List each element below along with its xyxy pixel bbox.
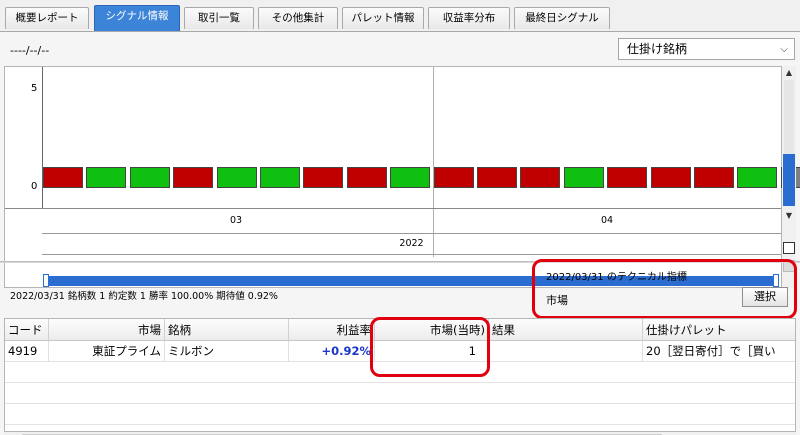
scroll-down-icon[interactable]: ▼ xyxy=(782,209,796,223)
cell-entry-palette: 20［翌日寄付］で［買い xyxy=(646,344,776,358)
signal-panel: ----/--/-- 仕掛け銘柄 ⌵ 5 0 03 04 2022 ▲ ▼ 20… xyxy=(0,32,800,435)
signal-bar xyxy=(563,167,604,188)
signal-bar xyxy=(303,167,344,188)
scroll-thumb[interactable] xyxy=(783,154,795,206)
signal-bar xyxy=(650,167,691,188)
date-label: ----/--/-- xyxy=(10,44,50,57)
technical-indicator-box: 2022/03/31 のテクニカル指標 市場 選択 xyxy=(536,260,794,318)
cell-market: 東証プライム xyxy=(49,341,165,362)
chevron-down-icon: ⌵ xyxy=(780,44,788,55)
signal-bar xyxy=(694,167,734,188)
tab-palette-info[interactable]: パレット情報 xyxy=(342,7,424,29)
signal-bar xyxy=(260,167,300,188)
results-table: コード 市場 銘柄 利益率 市場(当時) 結果 仕掛けパレット 4919 東証プ… xyxy=(4,318,796,432)
signal-type-dropdown[interactable]: 仕掛け銘柄 ⌵ xyxy=(618,38,795,60)
tab-other-stats[interactable]: その他集計 xyxy=(258,7,338,29)
scroll-up-icon[interactable]: ▲ xyxy=(782,66,796,80)
column-header-name[interactable]: 銘柄 xyxy=(165,319,289,341)
signal-bar xyxy=(346,167,387,188)
signal-bar xyxy=(390,167,431,188)
signal-bar xyxy=(477,167,517,188)
column-header-result[interactable]: 結果 xyxy=(489,319,643,341)
signal-bar xyxy=(173,167,214,188)
month-axis: 03 04 xyxy=(5,208,781,233)
table-row-empty xyxy=(5,362,795,383)
year-axis: 2022 xyxy=(42,233,781,255)
chart-vertical-scrollbar[interactable]: ▲ ▼ xyxy=(782,66,796,288)
tech-title: 2022/03/31 のテクニカル指標 xyxy=(546,272,687,283)
tab-overview-report[interactable]: 概要レポート xyxy=(5,7,89,29)
signal-bar xyxy=(737,167,778,188)
column-header-return[interactable]: 利益率 xyxy=(289,319,375,341)
cell-name: ミルボン xyxy=(165,341,289,362)
scroll-track[interactable] xyxy=(784,80,794,160)
cell-code: 4919 xyxy=(5,341,49,362)
signal-bar xyxy=(129,167,170,188)
cell-result xyxy=(489,341,643,362)
column-header-market[interactable]: 市場 xyxy=(49,319,165,341)
signal-bar xyxy=(607,167,648,188)
y-tick-label: 5 xyxy=(31,83,38,94)
column-header-market-then[interactable]: 市場(当時) xyxy=(375,319,489,341)
signal-bar xyxy=(43,167,83,188)
cell-market-then: 1 xyxy=(375,341,489,362)
signal-bar xyxy=(433,167,474,188)
dropdown-value: 仕掛け銘柄 xyxy=(627,42,688,56)
x-tick-label: 04 xyxy=(601,215,614,226)
summary-stats: 2022/03/31 銘柄数 1 約定数 1 勝率 100.00% 期待値 0.… xyxy=(10,291,278,302)
tab-last-day-signal[interactable]: 最終日シグナル xyxy=(514,7,610,29)
tech-label: 市場 xyxy=(546,294,568,307)
range-handle-left[interactable] xyxy=(43,274,49,287)
table-row-empty xyxy=(5,404,795,425)
tab-bar: 概要レポート シグナル情報 取引一覧 その他集計 パレット情報 収益率分布 最終… xyxy=(0,0,800,32)
column-header-entry-palette[interactable]: 仕掛けパレット xyxy=(643,319,795,341)
signal-bar xyxy=(216,167,257,188)
y-tick-label: 0 xyxy=(31,181,38,192)
tab-return-distribution[interactable]: 収益率分布 xyxy=(428,7,510,29)
table-row[interactable]: 4919 東証プライム ミルボン +0.92% 1 20［翌日寄付］で［買い xyxy=(5,341,795,362)
cell-return: +0.92% xyxy=(289,341,375,362)
signal-bar xyxy=(86,167,127,188)
column-header-code[interactable]: コード xyxy=(5,319,49,341)
chart-checkbox[interactable] xyxy=(783,242,795,254)
select-button[interactable]: 選択 xyxy=(742,287,788,307)
signal-chart: 5 0 03 04 2022 xyxy=(4,66,800,288)
table-header: コード 市場 銘柄 利益率 市場(当時) 結果 仕掛けパレット xyxy=(5,319,795,341)
tab-signal-info[interactable]: シグナル情報 xyxy=(94,5,180,32)
tab-trade-list[interactable]: 取引一覧 xyxy=(184,7,254,29)
table-row-empty xyxy=(5,383,795,404)
signal-bar xyxy=(520,167,561,188)
x-tick-label: 03 xyxy=(230,215,243,226)
